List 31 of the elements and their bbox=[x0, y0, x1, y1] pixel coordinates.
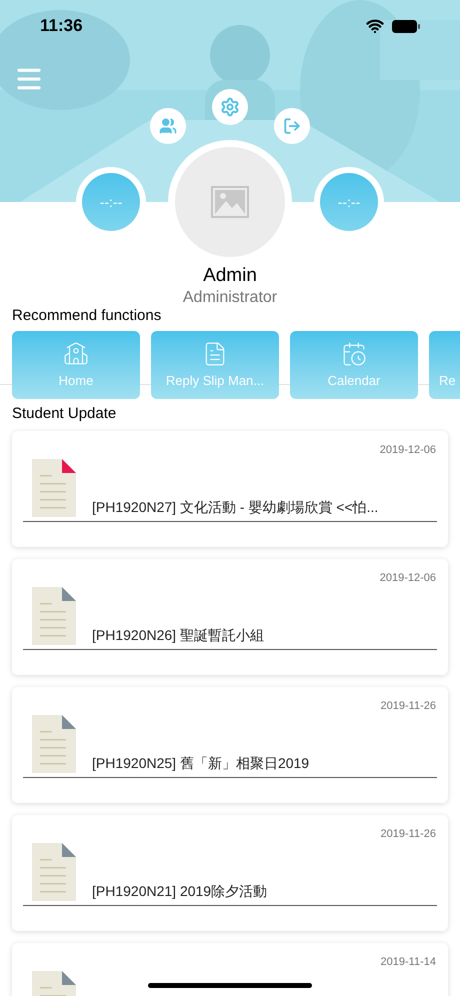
document-icon bbox=[32, 586, 76, 644]
update-date: 2019-11-26 bbox=[380, 827, 436, 842]
section-title: Student Update bbox=[11, 405, 118, 423]
update-title: [PH1920N26] 聖誕暫託小組 bbox=[92, 626, 264, 644]
document-icon bbox=[32, 842, 76, 900]
section-title: Recommend functions bbox=[11, 307, 162, 325]
update-date: 2019-11-14 bbox=[380, 955, 436, 970]
update-title: [PH1920N25] 舊「新」相聚日2019 bbox=[92, 754, 310, 772]
update-title: [PH1920N27] 文化活動 - 嬰幼劇場欣賞 <<怕... bbox=[92, 498, 378, 516]
update-card[interactable]: 2019-12-06 [PH1920N27] 文化活動 - 嬰幼劇場欣賞 <<怕... bbox=[12, 431, 448, 547]
update-date: 2019-12-06 bbox=[380, 443, 436, 458]
wifi-icon bbox=[366, 17, 384, 35]
update-card[interactable]: 2019-11-14 bbox=[12, 943, 448, 996]
user-name: Admin bbox=[203, 264, 257, 288]
update-card[interactable]: 2019-11-26 [PH1920N21] 2019除夕活動 bbox=[12, 815, 448, 931]
status-time: 11:36 bbox=[40, 15, 83, 38]
image-placeholder-icon bbox=[211, 186, 249, 218]
document-icon bbox=[32, 458, 76, 516]
update-card[interactable]: 2019-12-06 [PH1920N26] 聖誕暫託小組 bbox=[12, 559, 448, 675]
document-icon bbox=[32, 714, 76, 772]
update-card[interactable]: 2019-11-26 [PH1920N25] 舊「新」相聚日2019 bbox=[12, 687, 448, 803]
battery-icon bbox=[392, 20, 420, 32]
settings-icon bbox=[220, 97, 240, 117]
calendar-icon bbox=[341, 340, 367, 366]
users-icon bbox=[159, 117, 177, 135]
logout-icon bbox=[283, 117, 301, 135]
school-icon bbox=[63, 340, 89, 366]
update-title: [PH1920N21] 2019除夕活動 bbox=[92, 882, 268, 900]
update-date: 2019-11-26 bbox=[380, 699, 436, 714]
update-date: 2019-12-06 bbox=[380, 571, 436, 586]
user-role: Administrator bbox=[182, 288, 278, 308]
